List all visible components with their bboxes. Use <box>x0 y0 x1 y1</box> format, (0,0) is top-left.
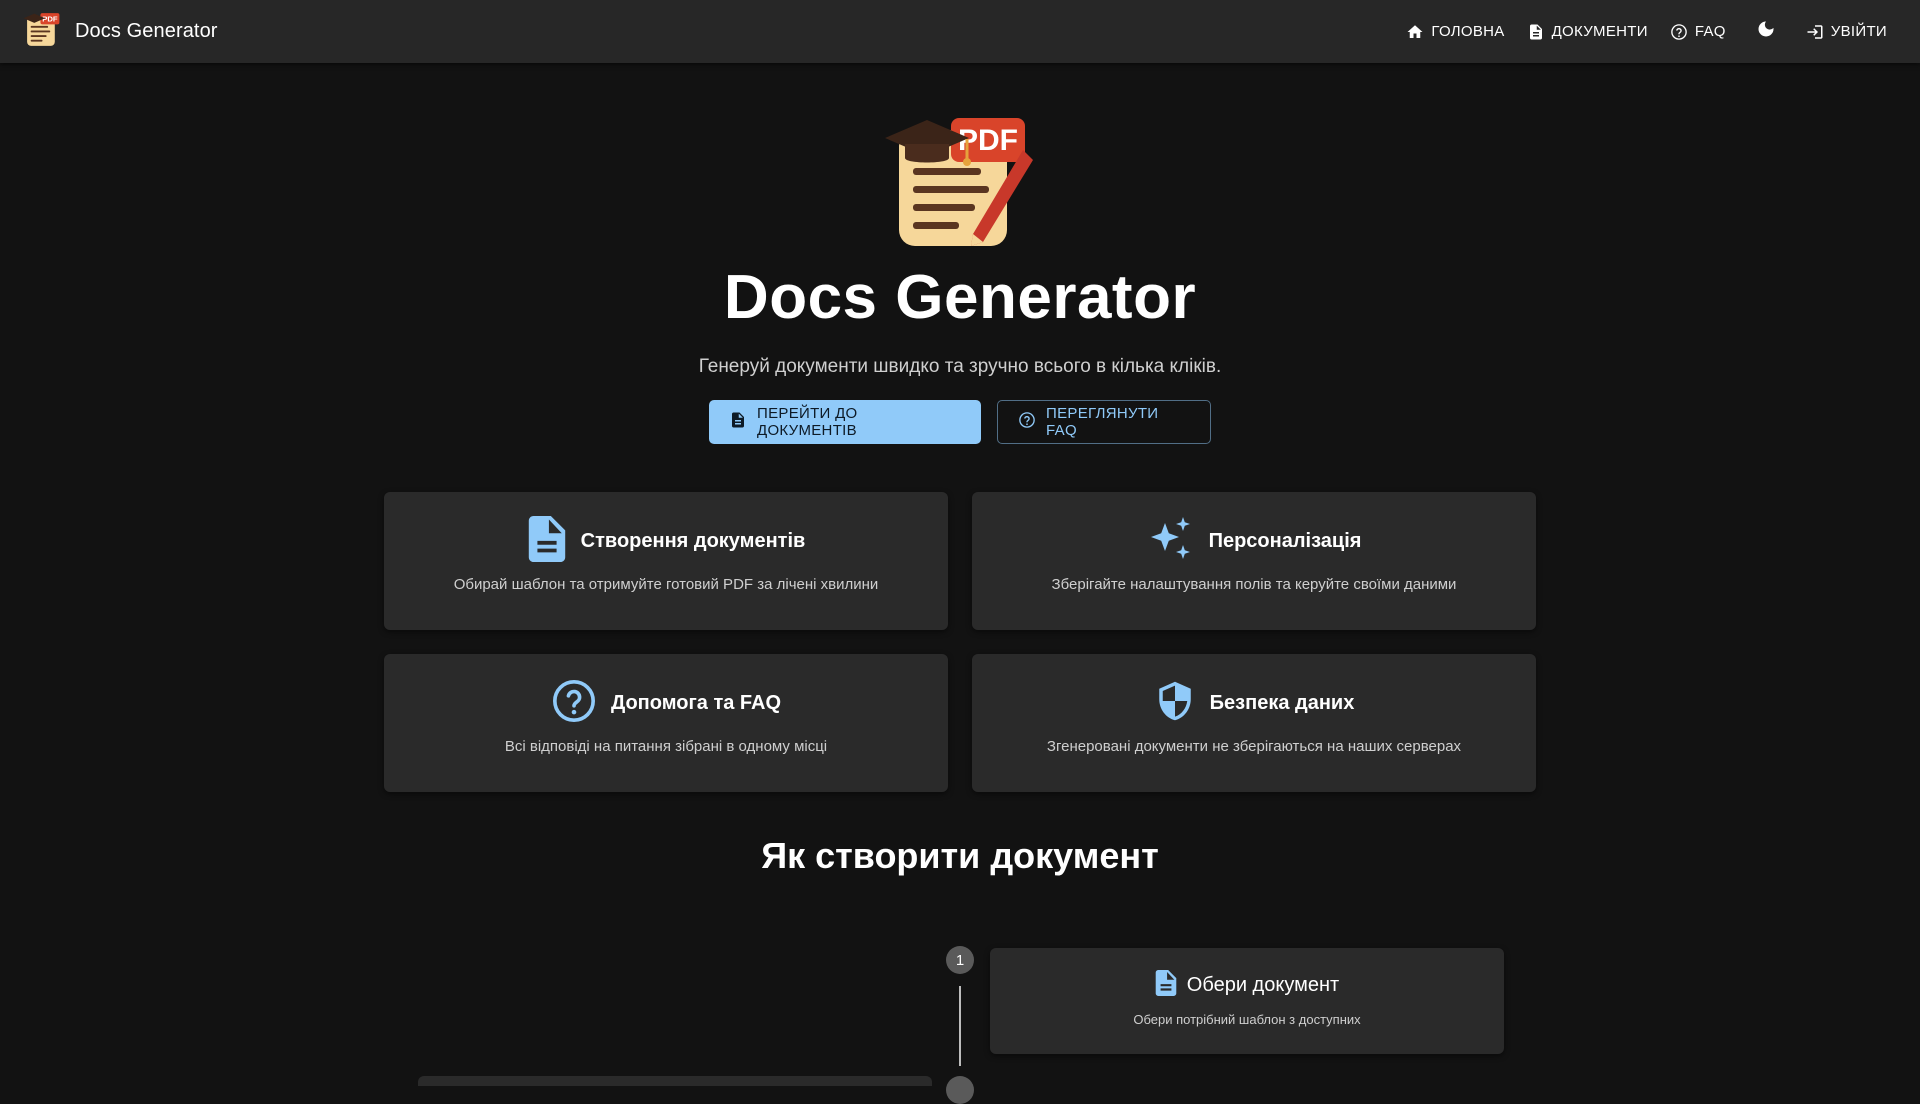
step-number-badge: 1 <box>946 946 974 974</box>
nav-home-label: ГОЛОВНА <box>1431 23 1505 40</box>
moon-icon <box>1756 19 1776 44</box>
feature-card-security: Безпека даних Згенеровані документи не з… <box>972 654 1536 792</box>
step-card: Обери документ Обери потрібний шаблон з … <box>990 948 1504 1054</box>
hero-title: Docs Generator <box>723 263 1197 332</box>
help-circle-icon <box>551 678 597 729</box>
step-description: Обери потрібний шаблон з доступних <box>1133 1012 1361 1027</box>
nav-documents-button[interactable]: ДОКУМЕНТИ <box>1517 14 1658 50</box>
shield-icon <box>1154 677 1196 730</box>
nav-faq-button[interactable]: FAQ <box>1660 14 1736 50</box>
feature-title: Безпека даних <box>1209 691 1355 714</box>
how-to-title: Як створити документ <box>761 835 1159 876</box>
next-step-card <box>418 1076 932 1086</box>
go-to-documents-label: ПЕРЕЙТИ ДО ДОКУМЕНТІВ <box>757 405 858 439</box>
step-title: Обери документ <box>1186 974 1340 996</box>
feature-title: Допомога та FAQ <box>610 691 782 714</box>
view-faq-button[interactable]: ПЕРЕГЛЯНУТИ FAQ <box>997 400 1211 444</box>
nav-home-button[interactable]: ГОЛОВНА <box>1396 14 1514 50</box>
app-bar: PDF Docs Generator ГОЛОВНА ДОКУМЕНТИ FAQ <box>0 0 1920 63</box>
feature-title: Персоналізація <box>1208 529 1362 552</box>
timeline-connector <box>959 986 961 1066</box>
feature-card-faq: Допомога та FAQ Всі відповіді на питання… <box>384 654 948 792</box>
theme-toggle-button[interactable] <box>1746 12 1786 52</box>
sparkles-icon <box>1147 515 1195 568</box>
feature-description: Обирай шаблон та отримуйте готовий PDF з… <box>453 576 879 593</box>
document-icon <box>729 411 747 433</box>
hero-subtitle: Генеруй документи швидко та зручно всьог… <box>698 356 1222 377</box>
svg-text:PDF: PDF <box>42 14 58 23</box>
hero-actions: ПЕРЕЙТИ ДО ДОКУМЕНТІВ ПЕРЕГЛЯНУТИ FAQ <box>0 400 1920 444</box>
feature-card-documents: Створення документів Обирай шаблон та от… <box>384 492 948 630</box>
login-label: УВІЙТИ <box>1830 23 1887 40</box>
pdf-document-logo-icon: PDF <box>883 118 1039 254</box>
document-icon <box>1155 970 1177 1001</box>
feature-title: Створення документів <box>580 529 806 552</box>
feature-description: Згенеровані документи не зберігаються на… <box>1046 738 1462 755</box>
login-icon <box>1806 23 1824 41</box>
view-faq-label: ПЕРЕГЛЯНУТИ FAQ <box>1046 405 1159 439</box>
nav-faq-label: FAQ <box>1694 23 1726 40</box>
nav-documents-label: ДОКУМЕНТИ <box>1551 23 1648 40</box>
help-circle-icon <box>1018 411 1036 433</box>
feature-card-personalization: Персоналізація Зберігайте налаштування п… <box>972 492 1536 630</box>
pdf-document-logo-icon: PDF <box>23 8 63 55</box>
home-icon <box>1406 23 1424 41</box>
feature-description: Зберігайте налаштування полів та керуйте… <box>1051 576 1457 593</box>
document-icon <box>527 515 567 567</box>
hero-logo: PDF <box>883 110 1039 250</box>
go-to-documents-button[interactable]: ПЕРЕЙТИ ДО ДОКУМЕНТІВ <box>709 400 981 444</box>
help-circle-icon <box>1670 23 1688 41</box>
next-step-badge <box>946 1076 974 1104</box>
top-nav: ГОЛОВНА ДОКУМЕНТИ FAQ УВІЙТИ <box>1394 12 1897 52</box>
login-button[interactable]: УВІЙТИ <box>1796 14 1897 50</box>
document-icon <box>1527 23 1545 41</box>
app-title: Docs Generator <box>75 20 218 42</box>
brand[interactable]: PDF Docs Generator <box>23 8 218 55</box>
feature-description: Всі відповіді на питання зібрані в одном… <box>504 738 828 755</box>
